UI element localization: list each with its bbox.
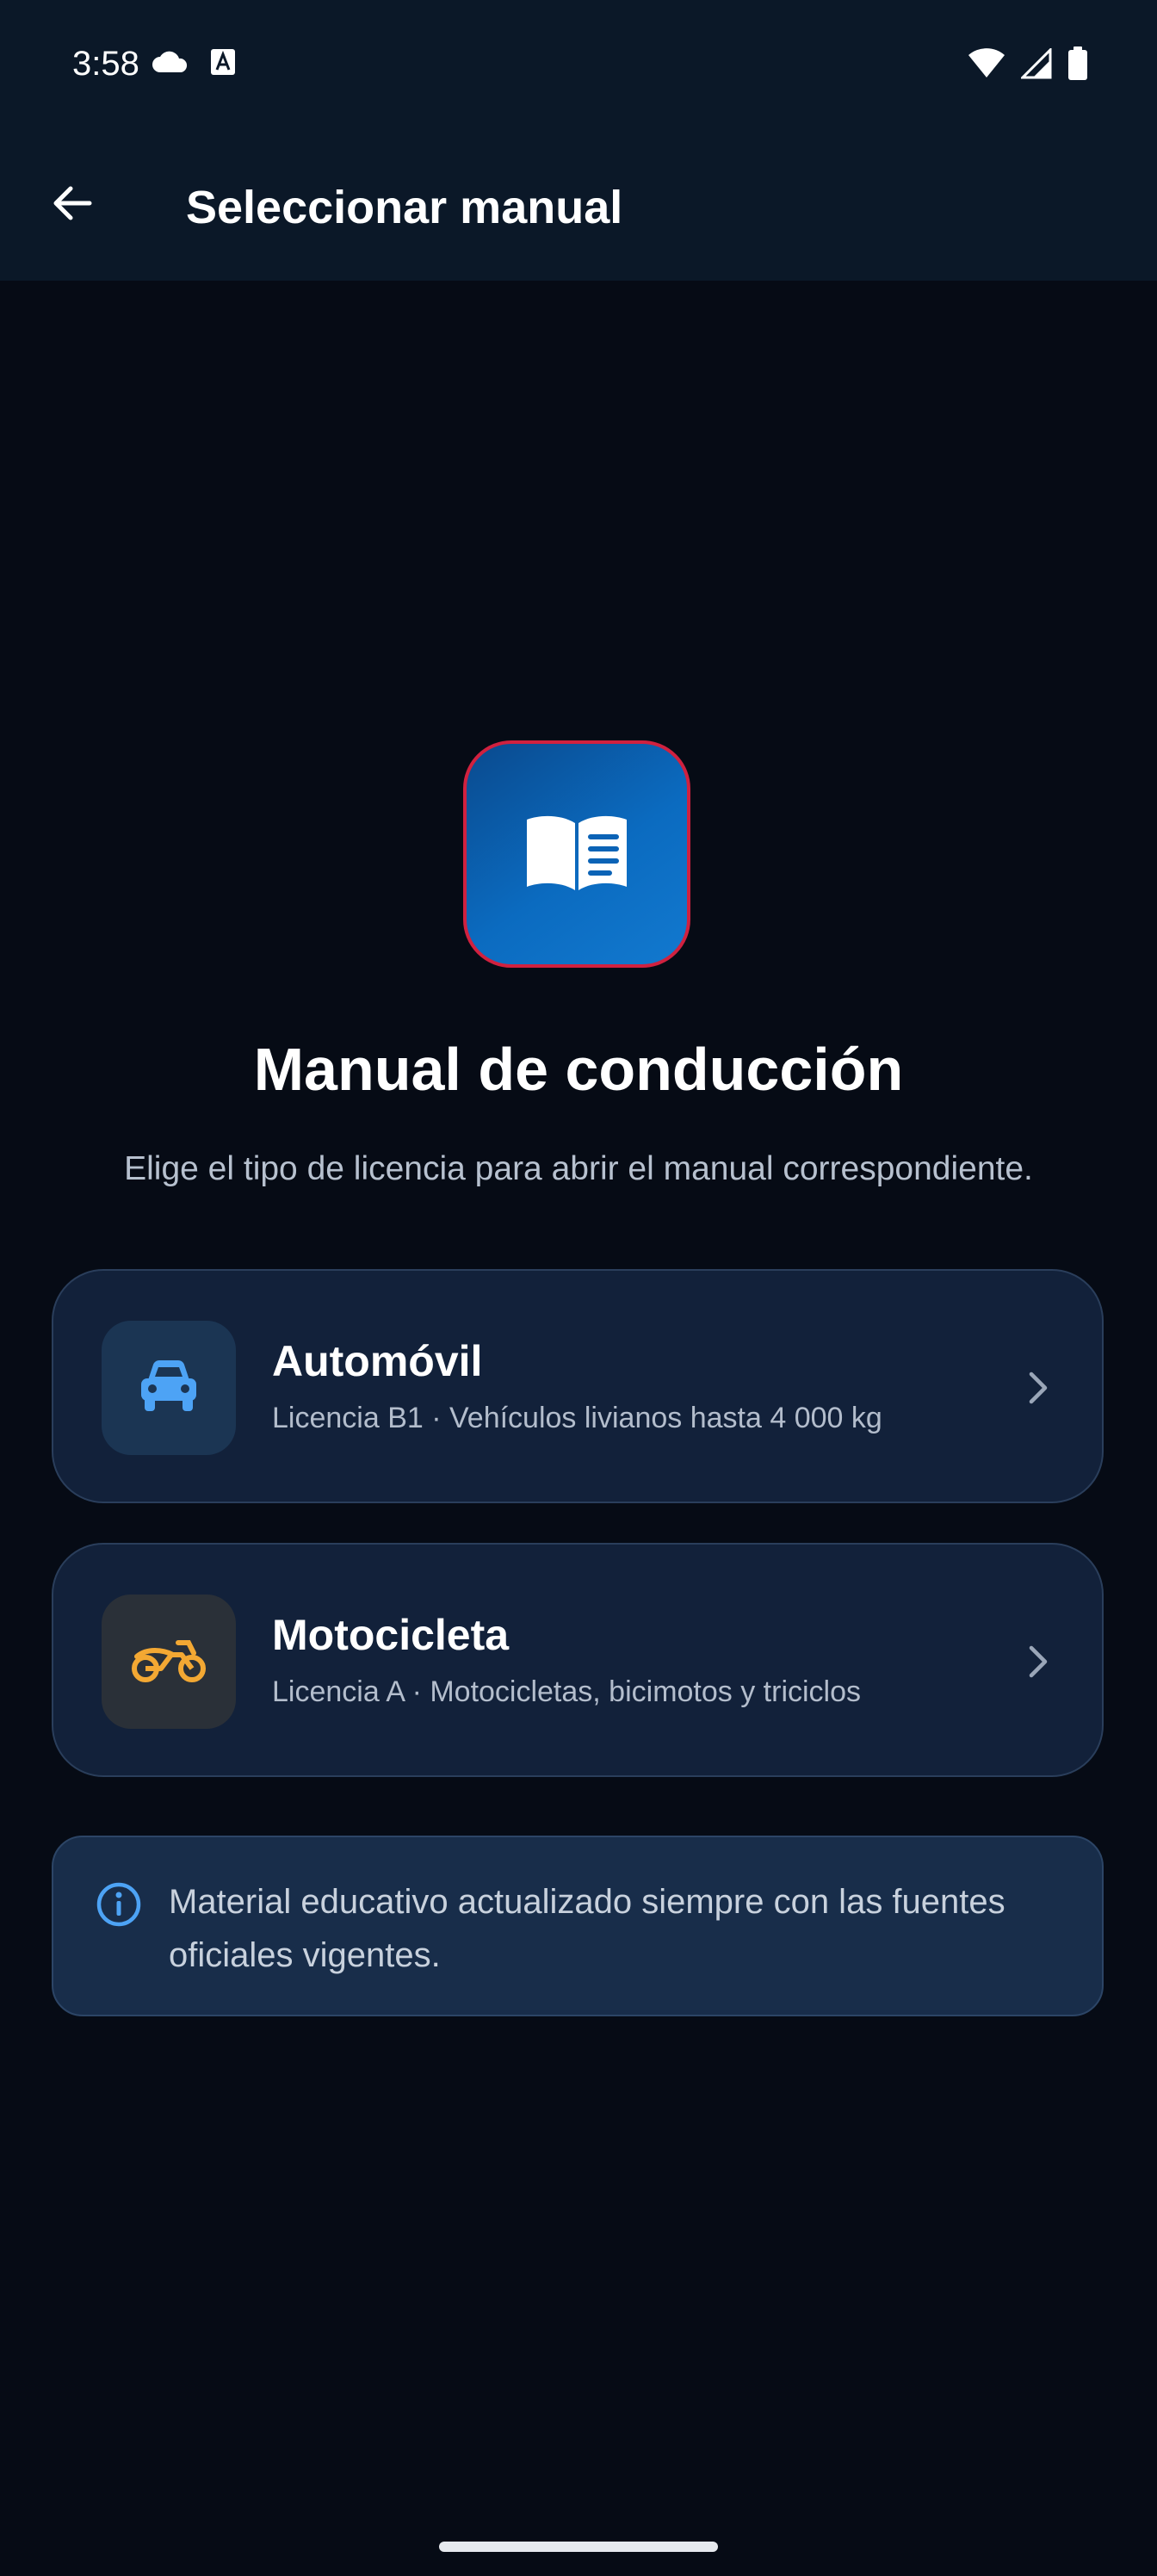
card-icon-container: [102, 1595, 236, 1729]
hero-subtitle: Elige el tipo de licencia para abrir el …: [124, 1150, 1033, 1187]
option-card-motocicleta[interactable]: Motocicleta Licencia A · Motocicletas, b…: [52, 1543, 1104, 1777]
hero-title: Manual de conducción: [253, 1036, 904, 1103]
app-header: 3:58 Seleccionar manual: [0, 0, 1157, 281]
car-icon: [136, 1358, 201, 1419]
option-card-automovil[interactable]: Automóvil Licencia B1 · Vehículos livian…: [52, 1269, 1104, 1503]
hero-book-badge: [463, 740, 690, 968]
signal-icon: [1019, 46, 1052, 84]
back-button[interactable]: [41, 174, 103, 236]
chevron-right-icon: [1018, 1639, 1059, 1684]
chevron-right-icon: [1018, 1365, 1059, 1410]
status-time: 3:58: [72, 45, 139, 83]
card-title: Motocicleta: [272, 1611, 510, 1659]
info-text: Material educativo actualizado siempre c…: [169, 1883, 1005, 1974]
cloud-icon: [152, 50, 189, 78]
card-title: Automóvil: [272, 1337, 483, 1385]
info-icon: [95, 1880, 143, 1929]
status-right-icons: [968, 46, 1088, 85]
wifi-icon: [968, 48, 1005, 84]
home-indicator[interactable]: [439, 2542, 718, 2552]
motorcycle-icon: [130, 1634, 207, 1690]
battery-icon: [1067, 46, 1088, 85]
arrow-left-icon: [50, 181, 95, 230]
font-a-icon: [210, 48, 236, 80]
card-subtitle: Licencia A · Motocicletas, bicimotos y t…: [272, 1675, 862, 1708]
info-notice: Material educativo actualizado siempre c…: [52, 1836, 1104, 2016]
card-subtitle: Licencia B1 · Vehículos livianos hasta 4…: [272, 1402, 882, 1434]
status-left-icons: [152, 48, 236, 80]
open-book-icon: [523, 811, 630, 898]
card-icon-container: [102, 1321, 236, 1455]
page-title: Seleccionar manual: [186, 182, 623, 233]
